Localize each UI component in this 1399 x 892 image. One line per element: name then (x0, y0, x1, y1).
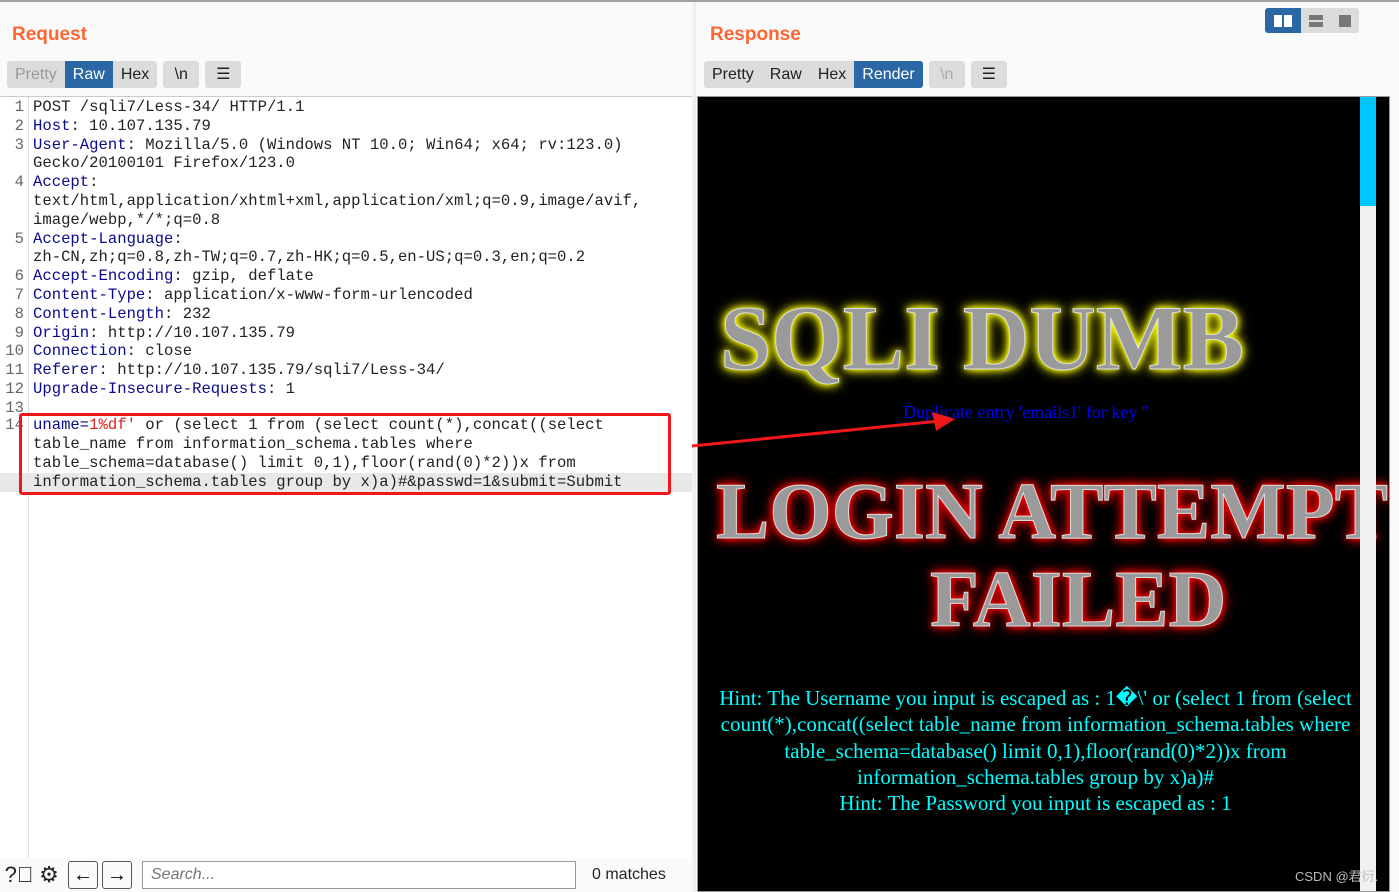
request-title: Request (12, 24, 87, 45)
tab-pretty[interactable]: Pretty (7, 61, 65, 88)
editor-line: text/html,application/xhtml+xml,applicat… (33, 192, 642, 210)
scrollbar-thumb[interactable] (1360, 97, 1376, 206)
login-attempt-banner: LOGIN ATTEMPT (716, 468, 1389, 557)
editor-line: 4 Accept: (14, 173, 99, 192)
editor-line: Gecko/20100101 Firefox/123.0 (33, 154, 296, 173)
view-mode-toggle (1265, 8, 1359, 33)
editor-line: 12 Upgrade-Insecure-Requests: 1 (5, 380, 296, 398)
editor-line: 1 POST /sqli7/Less-34/ HTTP/1.1 (14, 98, 305, 116)
editor-line: 6 Accept-Encoding: gzip, deflate (14, 267, 314, 286)
password-hint: Hint: The Password you input is escaped … (839, 791, 1232, 816)
response-tabs: Pretty Raw Hex Render \n ☰ (704, 61, 1007, 88)
editor-line: 8 Content-Length: 232 (14, 304, 211, 323)
editor-line: 5 Accept-Language: (14, 229, 183, 248)
highlight-box (19, 413, 671, 495)
panel-splitter[interactable] (693, 2, 696, 892)
tab-render[interactable]: Render (854, 61, 923, 88)
tab-hex[interactable]: Hex (810, 61, 854, 88)
editor-line: 9 Origin: http://10.107.135.79 (14, 323, 296, 342)
search-bar: ?⃝ ⚙ ← → 0 matches (0, 858, 692, 892)
menu-icon[interactable]: ☰ (970, 61, 1007, 88)
single-pane-icon[interactable] (1330, 8, 1359, 33)
sqli-dumb-banner: SQLI DUMB (720, 287, 1245, 390)
error-message: Duplicate entry 'emails1' for key '' (903, 402, 1149, 422)
help-icon[interactable]: ?⃝ (4, 860, 34, 890)
newline-toggle[interactable]: \n (163, 61, 200, 88)
failed-banner: FAILED (929, 556, 1227, 645)
menu-icon[interactable]: ☰ (205, 61, 242, 88)
gear-icon[interactable]: ⚙ (34, 860, 64, 890)
next-arrow-icon[interactable]: → (102, 861, 132, 889)
hints: Hint: The Username you input is escaped … (708, 685, 1363, 816)
tab-raw[interactable]: Raw (762, 61, 810, 88)
search-input[interactable] (142, 861, 576, 889)
editor-line: 7 Content-Type: application/x-www-form-ur… (14, 286, 473, 304)
stacked-icon[interactable] (1301, 8, 1330, 33)
editor-line: 10 Connection: close (5, 342, 193, 361)
side-by-side-icon[interactable] (1265, 8, 1301, 33)
window-border (0, 0, 1399, 2)
editor-line: 2 Host: 10.107.135.79 (14, 116, 211, 135)
tab-raw[interactable]: Raw (64, 61, 113, 88)
match-count: 0 matches (592, 866, 666, 883)
username-hint: Hint: The Username you input is escaped … (719, 686, 1352, 789)
editor-line: 3 User-Agent: Mozilla/5.0 (Windows NT 10.… (14, 135, 623, 154)
request-tabs: Pretty Raw Hex \n ☰ (7, 61, 242, 88)
response-title: Response (710, 24, 801, 45)
tab-pretty[interactable]: Pretty (704, 61, 762, 88)
editor-line: zh-CN,zh;q=0.8,zh-TW;q=0.7,zh-HK;q=0.5,e… (33, 248, 586, 267)
watermark: CSDN @君衍. (1295, 869, 1379, 884)
editor-line: 11 Referer: http://10.107.135.79/sqli7/Le… (5, 361, 445, 380)
render-view: SQLI DUMB Duplicate entry 'emails1' for … (697, 96, 1390, 892)
editor-line: image/webp,*/*;q=0.8 (33, 210, 221, 229)
previous-arrow-icon[interactable]: ← (68, 861, 98, 889)
scrollbar[interactable] (1360, 97, 1376, 891)
newline-toggle[interactable]: \n (928, 61, 965, 88)
tab-hex[interactable]: Hex (113, 61, 157, 88)
